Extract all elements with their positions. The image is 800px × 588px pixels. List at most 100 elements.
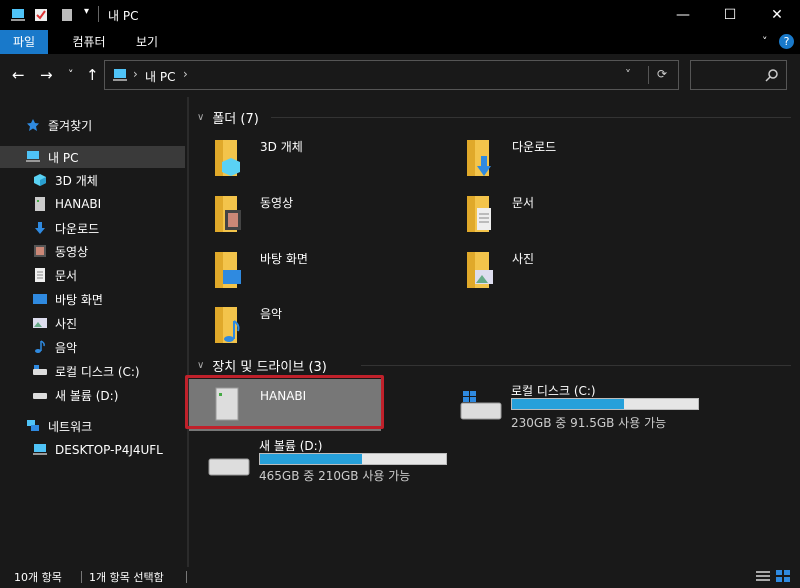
video-icon xyxy=(215,196,241,232)
close-button[interactable]: ✕ xyxy=(754,0,800,30)
drive-usage-fill xyxy=(260,454,363,464)
download-icon xyxy=(467,140,491,176)
help-icon[interactable]: ? xyxy=(779,34,794,49)
sidebar-item-label: 사진 xyxy=(55,316,78,331)
address-bar[interactable]: › 내 PC › ˅ ⟳ xyxy=(104,60,679,90)
sidebar-item-this-pc[interactable]: 내 PC xyxy=(0,146,185,168)
drive-local-disk-c[interactable]: 로컬 디스크 (C:) 230GB 중 91.5GB 사용 가능 xyxy=(451,379,711,431)
sidebar-item-videos[interactable]: 동영상 xyxy=(0,240,185,262)
drive-label: 로컬 디스크 (C:) xyxy=(511,384,596,398)
search-icon xyxy=(765,68,779,85)
status-bar: 10개 항목 1개 항목 선택함 xyxy=(0,567,800,588)
music-icon xyxy=(215,307,240,343)
document-icon xyxy=(467,196,491,232)
sidebar-item-label: 문서 xyxy=(55,268,78,283)
ribbon-expand-icon[interactable]: ˅ xyxy=(762,35,768,48)
status-item-count: 10개 항목 xyxy=(14,571,62,584)
windows-disk-icon xyxy=(460,391,502,420)
tab-file[interactable]: 파일 xyxy=(0,30,48,54)
folder-documents[interactable]: 문서 xyxy=(441,190,671,242)
folder-desktop[interactable]: 바탕 화면 xyxy=(189,246,419,298)
group-divider xyxy=(271,117,791,118)
large-icons-view-icon[interactable] xyxy=(776,570,790,585)
disk-icon xyxy=(208,458,250,476)
sidebar-item-label: 동영상 xyxy=(55,244,89,259)
sidebar-item-label: DESKTOP-P4J4UFL xyxy=(55,443,163,457)
disk-icon xyxy=(33,388,47,402)
up-button[interactable]: ↑ xyxy=(86,66,99,84)
back-button[interactable]: ← xyxy=(12,66,25,84)
server-icon xyxy=(33,197,47,211)
folder-downloads[interactable]: 다운로드 xyxy=(441,134,671,186)
desktop-icon xyxy=(215,252,241,288)
properties-icon[interactable] xyxy=(34,8,48,22)
navigation-pane: 즐겨찾기 내 PC 3D 개체 HANABI 다운로드 동영상 문서 바탕 화면… xyxy=(0,97,187,567)
folder-label: 음악 xyxy=(260,307,283,321)
content-pane: ∨ 폴더 (7) 3D 개체 다운로드 동영상 문서 바탕 화면 사진 음악 ∨… xyxy=(189,97,800,567)
breadcrumb-item[interactable]: 내 PC xyxy=(145,68,175,85)
folder-videos[interactable]: 동영상 xyxy=(189,190,419,242)
window-title: 내 PC xyxy=(108,9,139,23)
breadcrumb-separator-icon: › xyxy=(183,67,188,81)
tab-view[interactable]: 보기 xyxy=(126,30,168,54)
video-icon xyxy=(33,244,47,258)
folder-label: 사진 xyxy=(512,252,535,266)
sidebar-item-label: 3D 개체 xyxy=(55,173,98,188)
selection-highlight-box xyxy=(185,375,384,429)
sidebar-item-label: 로컬 디스크 (C:) xyxy=(55,364,140,379)
sidebar-item-hanabi[interactable]: HANABI xyxy=(0,193,185,215)
pc-icon xyxy=(26,150,40,164)
status-divider xyxy=(186,571,187,583)
address-dropdown-button[interactable]: ˅ xyxy=(625,68,631,82)
sidebar-item-label: 네트워크 xyxy=(48,419,93,434)
title-bar: ▾ 내 PC — ☐ ✕ xyxy=(0,0,800,30)
sidebar-item-desktop[interactable]: 바탕 화면 xyxy=(0,288,185,310)
forward-button[interactable]: → xyxy=(40,66,53,84)
sidebar-item-music[interactable]: 음악 xyxy=(0,336,185,358)
music-icon xyxy=(33,340,47,354)
picture-icon xyxy=(33,316,47,330)
maximize-button[interactable]: ☐ xyxy=(707,0,753,30)
download-icon xyxy=(33,221,47,235)
folder-label: 다운로드 xyxy=(512,140,557,154)
minimize-button[interactable]: — xyxy=(660,0,706,30)
computer-icon xyxy=(33,443,47,457)
drive-space-info: 465GB 중 210GB 사용 가능 xyxy=(259,469,411,483)
details-view-icon[interactable] xyxy=(756,570,770,585)
new-folder-icon[interactable] xyxy=(60,8,74,22)
collapse-chevron-icon: ∨ xyxy=(197,112,205,123)
sidebar-item-local-disk-c[interactable]: 로컬 디스크 (C:) xyxy=(0,360,185,382)
document-icon xyxy=(33,268,47,282)
drive-usage-fill xyxy=(512,399,624,409)
sidebar-item-quick-access[interactable]: 즐겨찾기 xyxy=(0,114,185,136)
sidebar-item-volume-d[interactable]: 새 볼륨 (D:) xyxy=(0,384,185,406)
group-header-folders[interactable]: ∨ 폴더 (7) xyxy=(197,108,259,127)
sidebar-item-network[interactable]: 네트워크 xyxy=(0,415,185,437)
refresh-button[interactable]: ⟳ xyxy=(657,67,667,81)
cube-icon xyxy=(215,140,240,176)
status-divider xyxy=(81,571,82,583)
quick-access-dropdown-icon[interactable]: ▾ xyxy=(84,6,89,20)
drive-volume-d[interactable]: 새 볼륨 (D:) 465GB 중 210GB 사용 가능 xyxy=(199,435,459,487)
folder-music[interactable]: 음악 xyxy=(189,301,419,353)
status-selected-count: 1개 항목 선택함 xyxy=(89,571,164,584)
folder-3d-objects[interactable]: 3D 개체 xyxy=(189,134,419,186)
sidebar-item-downloads[interactable]: 다운로드 xyxy=(0,217,185,239)
cube-icon xyxy=(33,173,47,187)
sidebar-item-documents[interactable]: 문서 xyxy=(0,264,185,286)
pc-icon xyxy=(10,8,26,22)
folder-label: 바탕 화면 xyxy=(260,252,308,266)
disk-icon xyxy=(33,364,47,378)
recent-locations-button[interactable]: ˅ xyxy=(68,68,74,81)
folder-pictures[interactable]: 사진 xyxy=(441,246,671,298)
tab-computer[interactable]: 컴퓨터 xyxy=(60,30,118,54)
search-box[interactable] xyxy=(690,60,787,90)
sidebar-item-pictures[interactable]: 사진 xyxy=(0,312,185,334)
sidebar-item-3d-objects[interactable]: 3D 개체 xyxy=(0,169,185,191)
group-header-devices[interactable]: ∨ 장치 및 드라이브 (3) xyxy=(197,356,327,375)
sidebar-item-desktop-pc[interactable]: DESKTOP-P4J4UFL xyxy=(0,439,185,461)
drive-label: 새 볼륨 (D:) xyxy=(259,439,323,453)
folder-label: 동영상 xyxy=(260,196,294,210)
star-icon xyxy=(26,118,40,132)
address-divider xyxy=(648,66,649,84)
